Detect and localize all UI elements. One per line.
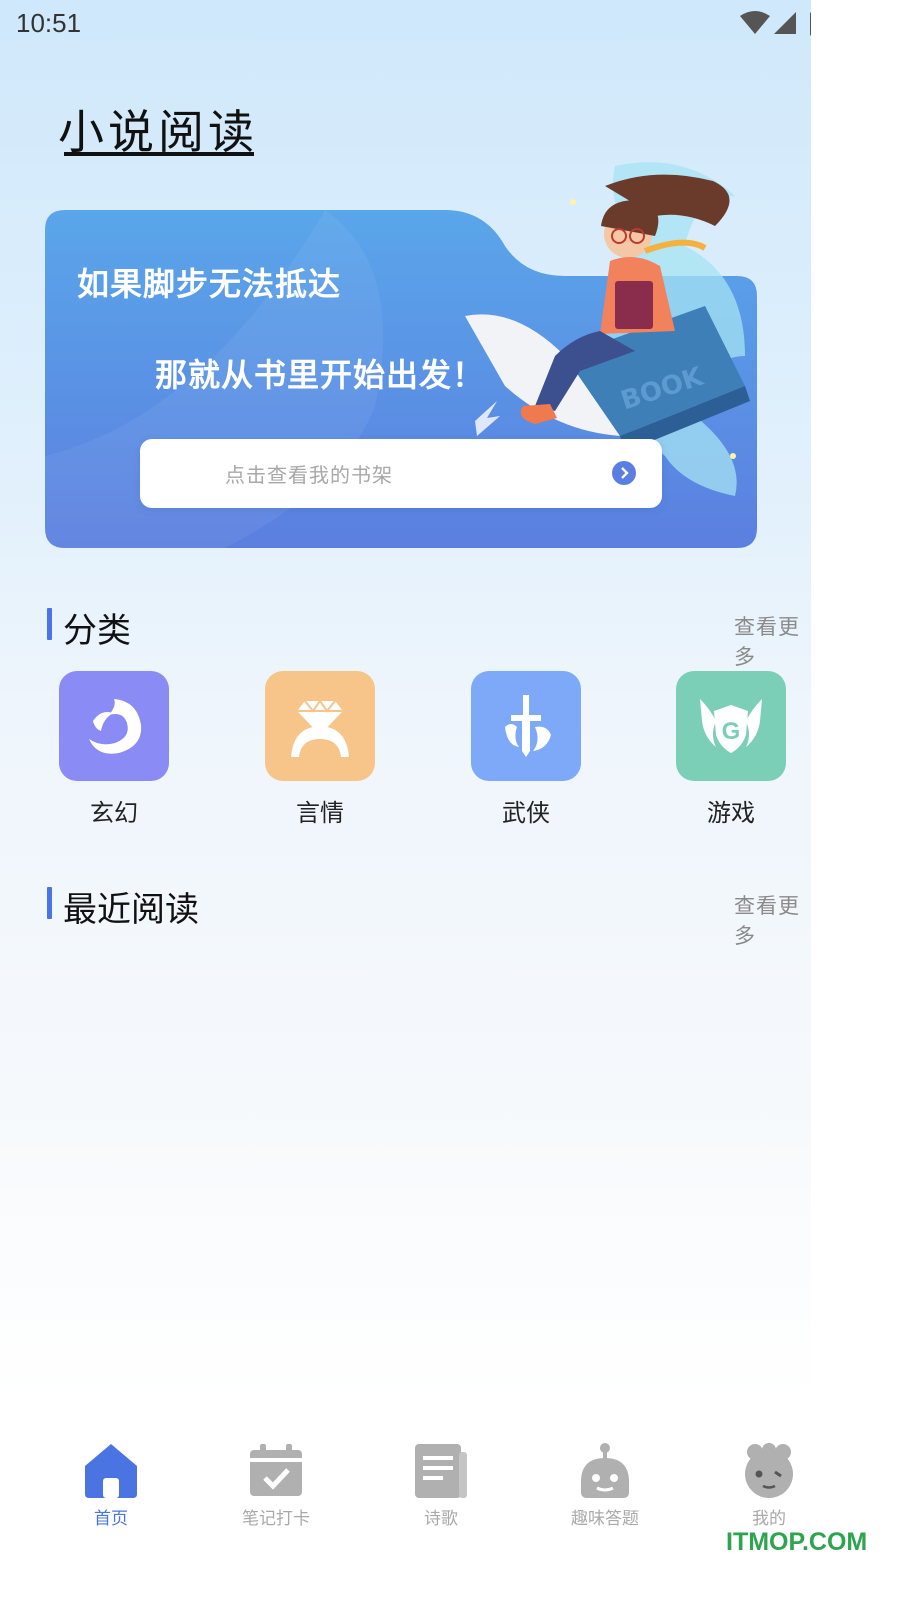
category-wuxia[interactable]: 武侠 xyxy=(471,671,581,831)
section-accent-bar xyxy=(47,887,52,919)
watermark-logo: ITMOP.COM xyxy=(726,1528,868,1556)
nav-poetry[interactable]: 诗歌 xyxy=(386,1442,496,1532)
category-tile xyxy=(59,671,169,781)
nav-label: 笔记打卡 xyxy=(242,1509,310,1529)
categories-title: 分类 xyxy=(63,611,131,651)
category-label: 玄幻 xyxy=(90,799,138,827)
sword-icon xyxy=(505,695,551,757)
category-xuanhuan[interactable]: 玄幻 xyxy=(59,671,169,831)
robot-icon xyxy=(581,1443,629,1498)
nav-quiz[interactable]: 趣味答题 xyxy=(550,1442,660,1532)
diamond-ring-icon xyxy=(291,699,349,757)
category-youxi[interactable]: G 游戏 xyxy=(676,671,786,831)
categories-see-more[interactable]: 查看更多 xyxy=(734,611,811,671)
nav-notes-checkin[interactable]: 笔记打卡 xyxy=(221,1442,331,1532)
category-label: 武侠 xyxy=(502,799,550,827)
category-tile xyxy=(471,671,581,781)
nav-label: 我的 xyxy=(752,1509,786,1529)
status-time: 10:51 xyxy=(16,8,82,38)
nav-home[interactable]: 首页 xyxy=(56,1442,166,1532)
chevron-right-icon xyxy=(612,461,636,485)
recent-reading-title: 最近阅读 xyxy=(63,890,199,930)
calendar-check-icon xyxy=(250,1444,302,1496)
banner-subheadline: 那就从书里开始出发！ xyxy=(155,356,486,394)
category-yanqing[interactable]: 言情 xyxy=(265,671,375,831)
bookshelf-button-label: 点击查看我的书架 xyxy=(225,463,393,487)
phoenix-icon xyxy=(89,699,142,754)
status-icons xyxy=(740,11,811,36)
category-label: 言情 xyxy=(296,799,344,827)
shield-letter: G xyxy=(722,718,741,745)
bookshelf-button[interactable]: 点击查看我的书架 xyxy=(140,439,662,508)
battery-icon xyxy=(810,12,811,36)
section-accent-bar xyxy=(47,608,52,640)
wifi-icon xyxy=(740,11,770,34)
winged-shield-icon: G xyxy=(700,699,762,753)
category-label: 游戏 xyxy=(707,799,755,827)
category-tile xyxy=(265,671,375,781)
nav-label: 诗歌 xyxy=(424,1509,458,1529)
nav-label: 首页 xyxy=(94,1509,128,1529)
nav-profile[interactable]: 我的 xyxy=(714,1442,811,1532)
recent-see-more[interactable]: 查看更多 xyxy=(734,890,811,950)
nav-label: 趣味答题 xyxy=(571,1509,639,1529)
signal-icon xyxy=(774,12,796,34)
home-icon xyxy=(85,1444,137,1498)
bear-face-icon xyxy=(745,1443,793,1498)
document-icon xyxy=(415,1444,467,1498)
hero-banner: BOOK 如果脚步无法抵达 那就从书里开始出发！ 点击查看我的书架 xyxy=(45,156,757,548)
app-screen: 10:51 小说阅读 BOOK 如果脚步无法抵达 那就从书里开始出发！ 点击查看… xyxy=(0,0,811,1600)
category-tile: G xyxy=(676,671,786,781)
banner-headline: 如果脚步无法抵达 xyxy=(77,265,342,303)
